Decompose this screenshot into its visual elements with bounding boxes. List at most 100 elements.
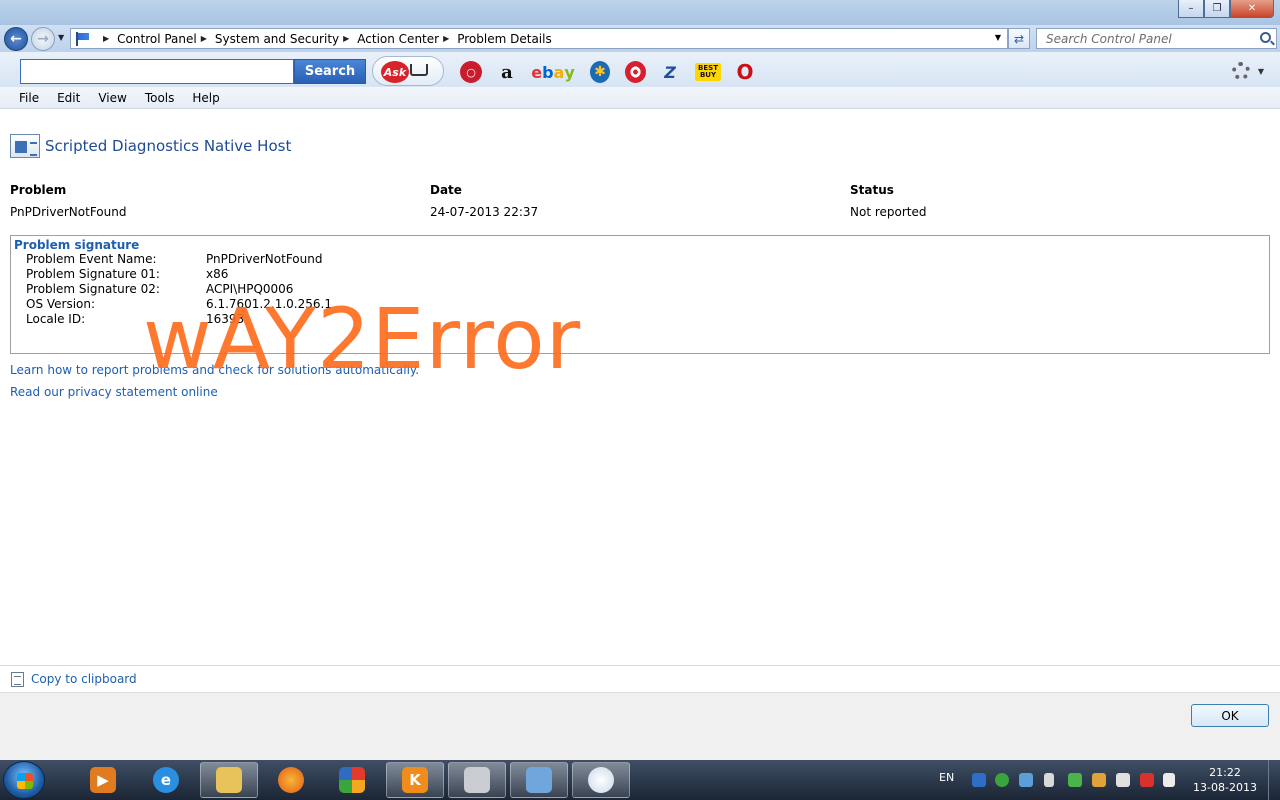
breadcrumb-action-center[interactable]: Action Center bbox=[357, 32, 439, 46]
battery-icon[interactable] bbox=[1140, 773, 1154, 787]
problem-column-header: Problem bbox=[10, 183, 67, 197]
taskbar-scanner[interactable] bbox=[448, 762, 506, 798]
signature-label: OS Version: bbox=[26, 297, 96, 311]
back-arrow-icon: ← bbox=[10, 31, 22, 47]
forward-button[interactable]: → bbox=[31, 27, 55, 51]
ebay-letter: e bbox=[531, 62, 543, 82]
system-clock[interactable]: 21:22 13-08-2013 bbox=[1185, 765, 1265, 795]
maximize-button[interactable]: ❐ bbox=[1204, 0, 1230, 18]
cart-icon[interactable] bbox=[410, 64, 428, 76]
walmart-icon[interactable]: ✱ bbox=[590, 61, 610, 83]
taskbar-internet-explorer[interactable]: e bbox=[137, 762, 195, 798]
search-icon[interactable] bbox=[1260, 32, 1271, 43]
refresh-button[interactable]: ⇄ bbox=[1008, 28, 1030, 49]
menu-file[interactable]: File bbox=[19, 91, 39, 105]
bestbuy-icon[interactable]: BEST BUY bbox=[695, 63, 721, 81]
file-explorer-icon bbox=[216, 767, 242, 793]
address-dropdown-icon[interactable]: ▼ bbox=[995, 33, 1001, 42]
ebay-letter: a bbox=[553, 62, 565, 82]
gear-icon[interactable] bbox=[1232, 62, 1250, 80]
chevron-down-icon[interactable]: ▼ bbox=[1258, 67, 1264, 76]
refresh-icon: ⇄ bbox=[1013, 31, 1025, 46]
window-title-bar: – ❐ ✕ bbox=[0, 0, 1280, 25]
breadcrumb-system-and-security[interactable]: System and Security bbox=[215, 32, 339, 46]
menu-help[interactable]: Help bbox=[192, 91, 219, 105]
window-controls: – ❐ ✕ bbox=[1178, 0, 1274, 18]
taskbar-media-player[interactable]: ▶ bbox=[74, 762, 132, 798]
tray-network-app-icon[interactable] bbox=[1019, 773, 1033, 787]
taskbar-firefox[interactable] bbox=[262, 762, 320, 798]
forward-arrow-icon: → bbox=[37, 31, 49, 47]
status-value: Not reported bbox=[850, 205, 927, 219]
clock-time: 21:22 bbox=[1209, 766, 1241, 779]
page-title: Scripted Diagnostics Native Host bbox=[45, 137, 292, 155]
search-placeholder: Search Control Panel bbox=[1046, 31, 1172, 46]
application-icon bbox=[10, 134, 40, 158]
copy-to-clipboard-link[interactable]: Copy to clipboard bbox=[31, 672, 137, 686]
problem-signature-title: Problem signature bbox=[14, 238, 140, 252]
breadcrumb-separator-icon[interactable]: ▶ bbox=[103, 34, 109, 43]
breadcrumb-separator-icon[interactable]: ▶ bbox=[443, 34, 449, 43]
media-player-icon: ▶ bbox=[90, 767, 116, 793]
breadcrumb-separator-icon[interactable]: ▶ bbox=[201, 34, 207, 43]
menu-edit[interactable]: Edit bbox=[57, 91, 80, 105]
tray-shield-icon[interactable] bbox=[1068, 773, 1082, 787]
show-desktop-button[interactable] bbox=[1268, 760, 1280, 800]
signature-label: Problem Signature 02: bbox=[26, 282, 160, 296]
volume-icon[interactable] bbox=[1044, 773, 1054, 787]
amazon-icon[interactable]: a bbox=[497, 61, 517, 83]
ok-button[interactable]: OK bbox=[1191, 704, 1269, 727]
ebay-icon[interactable]: ebay bbox=[531, 61, 575, 83]
paint-icon bbox=[588, 767, 614, 793]
control-panel-icon bbox=[526, 767, 552, 793]
signature-label: Problem Signature 01: bbox=[26, 267, 160, 281]
minimize-button[interactable]: – bbox=[1178, 0, 1204, 18]
problem-value: PnPDriverNotFound bbox=[10, 205, 127, 219]
recent-pages-dropdown[interactable]: ▼ bbox=[58, 33, 64, 42]
breadcrumb-separator-icon[interactable]: ▶ bbox=[343, 34, 349, 43]
internet-explorer-icon: e bbox=[153, 767, 179, 793]
taskbar: ▶ e K EN 21:22 13-08-2013 bbox=[0, 760, 1280, 800]
avg-icon bbox=[339, 767, 365, 793]
clipboard-icon bbox=[11, 672, 24, 687]
back-button[interactable]: ← bbox=[4, 27, 28, 51]
taskbar-paint[interactable] bbox=[572, 762, 630, 798]
scanner-icon bbox=[464, 767, 490, 793]
toolbar-search-input[interactable] bbox=[20, 59, 294, 84]
opera-icon[interactable]: O bbox=[735, 60, 755, 84]
clipboard-bar: Copy to clipboard bbox=[0, 665, 1280, 692]
ebay-letter: b bbox=[542, 62, 554, 82]
problem-details-panel: Scripted Diagnostics Native Host Problem… bbox=[0, 110, 1280, 665]
signature-value: x86 bbox=[206, 267, 229, 281]
close-button[interactable]: ✕ bbox=[1230, 0, 1274, 18]
red-circle-icon[interactable]: ○ bbox=[460, 61, 482, 83]
start-button[interactable] bbox=[3, 761, 45, 799]
search-input[interactable]: Search Control Panel bbox=[1036, 28, 1277, 49]
tray-device-icon[interactable] bbox=[1116, 773, 1130, 787]
taskbar-kingsoft[interactable]: K bbox=[386, 762, 444, 798]
taskbar-control-panel[interactable] bbox=[510, 762, 568, 798]
toolbar-search-button[interactable]: Search bbox=[294, 59, 366, 84]
kingsoft-icon: K bbox=[402, 767, 428, 793]
tray-app-icon[interactable] bbox=[972, 773, 986, 787]
taskbar-avg[interactable] bbox=[323, 762, 381, 798]
taskbar-file-explorer[interactable] bbox=[200, 762, 258, 798]
ask-icon[interactable]: Ask bbox=[381, 61, 409, 83]
signature-label: Locale ID: bbox=[26, 312, 86, 326]
breadcrumb-control-panel[interactable]: Control Panel bbox=[117, 32, 197, 46]
zappos-icon[interactable]: Z bbox=[660, 61, 680, 83]
language-indicator[interactable]: EN bbox=[939, 771, 954, 784]
status-column-header: Status bbox=[850, 183, 894, 197]
date-column-header: Date bbox=[430, 183, 462, 197]
breadcrumb-problem-details[interactable]: Problem Details bbox=[457, 32, 551, 46]
watermark-text: wAY2Error bbox=[143, 290, 582, 388]
signature-value: PnPDriverNotFound bbox=[206, 252, 323, 266]
tray-update-icon[interactable] bbox=[1092, 773, 1106, 787]
menu-view[interactable]: View bbox=[98, 91, 126, 105]
action-center-flag-icon[interactable] bbox=[1163, 773, 1175, 787]
target-icon[interactable] bbox=[625, 61, 646, 83]
action-center-flag-icon bbox=[75, 31, 91, 46]
menu-tools[interactable]: Tools bbox=[145, 91, 175, 105]
address-bar[interactable]: ▶ Control Panel ▶ System and Security ▶ … bbox=[70, 28, 1008, 49]
tray-user-icon[interactable] bbox=[995, 773, 1009, 787]
